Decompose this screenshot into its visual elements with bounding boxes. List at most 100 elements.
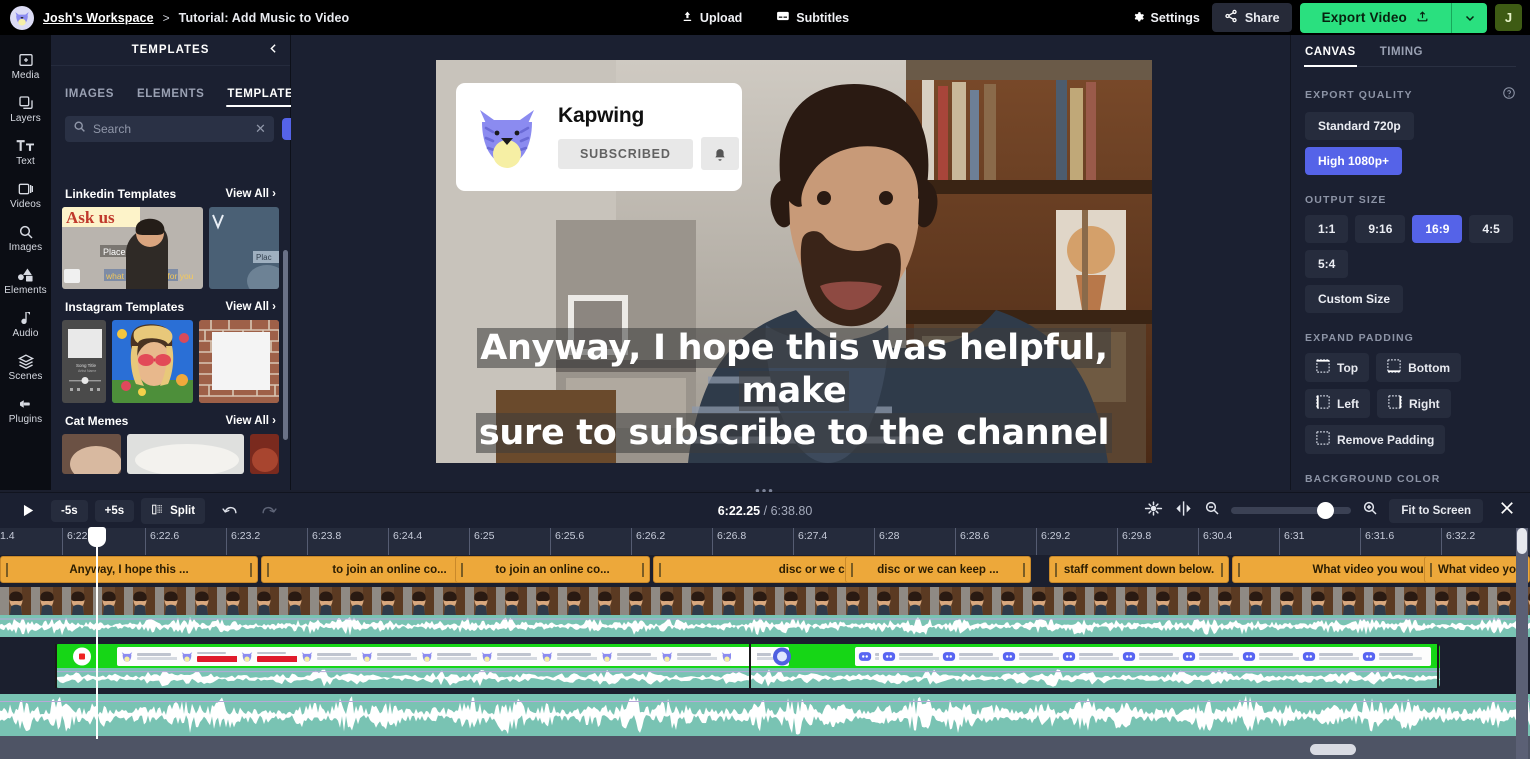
- custom-size-button[interactable]: Custom Size: [1305, 285, 1404, 313]
- template-thumbnail[interactable]: Plac: [208, 207, 279, 289]
- subtitle-track[interactable]: Anyway, I hope this ... to join an online…: [0, 556, 1530, 583]
- view-all-link[interactable]: View All ›: [226, 415, 277, 427]
- zoom-out-icon[interactable]: [1204, 500, 1220, 521]
- quality-standard-720p[interactable]: Standard 720p: [1305, 112, 1414, 140]
- playhead-handle[interactable]: [88, 527, 106, 547]
- overlay-clip-thumbnail[interactable]: [1359, 647, 1431, 666]
- template-thumbnail[interactable]: Song Title Artist Name: [62, 320, 107, 403]
- tab-timing[interactable]: TIMING: [1380, 46, 1423, 66]
- search-input[interactable]: [93, 122, 248, 136]
- rail-item-text[interactable]: Text: [0, 131, 51, 171]
- forward-5s-button[interactable]: +5s: [94, 499, 135, 522]
- rail-item-elements[interactable]: Elements: [0, 260, 51, 300]
- project-title[interactable]: Tutorial: Add Music to Video: [179, 11, 350, 25]
- rail-item-plugins[interactable]: Plugins: [0, 389, 51, 429]
- timeline-zoom-slider[interactable]: [1231, 502, 1352, 519]
- horizontal-scrollbar-thumb[interactable]: [1310, 744, 1356, 755]
- padding-bottom-button[interactable]: Bottom: [1376, 353, 1462, 382]
- subscribe-overlay-card[interactable]: Kapwing SUBSCRIBED: [456, 83, 742, 191]
- vertical-scrollbar-thumb[interactable]: [1517, 528, 1527, 554]
- template-thumbnail[interactable]: [62, 434, 122, 474]
- remove-padding-button[interactable]: Remove Padding: [1305, 425, 1446, 454]
- clip-split-marker[interactable]: [749, 644, 751, 688]
- template-thumbnail[interactable]: [127, 434, 245, 474]
- split-button[interactable]: Split: [141, 497, 206, 524]
- timeline-playhead[interactable]: [88, 527, 106, 739]
- rail-item-videos[interactable]: Videos: [0, 174, 51, 214]
- collapse-panel-button[interactable]: [267, 42, 280, 57]
- clip-left-handle[interactable]: [55, 644, 57, 688]
- user-avatar[interactable]: J: [1495, 4, 1522, 31]
- help-circle-icon[interactable]: [1502, 86, 1516, 103]
- panel-scrollbar[interactable]: [283, 250, 288, 440]
- templates-scroll-area[interactable]: Linkedin Templates View All › Ask us Pla…: [51, 176, 290, 490]
- subscribed-button[interactable]: SUBSCRIBED: [558, 138, 693, 169]
- share-button[interactable]: Share: [1211, 3, 1292, 32]
- template-thumbnail[interactable]: Ask us Place Video H what we can do for …: [62, 207, 203, 289]
- view-all-link[interactable]: View All ›: [226, 188, 277, 200]
- rail-item-scenes[interactable]: Scenes: [0, 346, 51, 386]
- subtitle-clip[interactable]: to join an online co...: [455, 556, 650, 583]
- ratio-5-4[interactable]: 5:4: [1305, 250, 1349, 278]
- fit-to-screen-button[interactable]: Fit to Screen: [1389, 498, 1483, 523]
- tab-elements[interactable]: ELEMENTS: [137, 88, 204, 107]
- ratio-9-16[interactable]: 9:16: [1355, 215, 1406, 243]
- view-all-link[interactable]: View All ›: [226, 301, 277, 313]
- rail-item-audio[interactable]: Audio: [0, 303, 51, 343]
- padding-top-button[interactable]: Top: [1305, 353, 1370, 382]
- rail-item-media[interactable]: Media: [0, 45, 51, 85]
- workspace-avatar[interactable]: [10, 5, 34, 30]
- rail-item-layers[interactable]: Layers: [0, 88, 51, 128]
- center-playhead-icon[interactable]: [1174, 500, 1193, 522]
- zoom-slider-handle[interactable]: [1317, 502, 1335, 519]
- subtitle-clip[interactable]: Anyway, I hope this ...: [0, 556, 258, 583]
- subtitle-clip[interactable]: disc or we can keep ...: [845, 556, 1031, 583]
- template-thumbnail[interactable]: [198, 320, 279, 403]
- subtitle-clip[interactable]: staff comment down below.: [1049, 556, 1229, 583]
- video-caption[interactable]: Anyway, I hope this was helpful, make su…: [436, 327, 1152, 455]
- video-preview[interactable]: Kapwing SUBSCRIBED Anyway, I hope this w…: [436, 60, 1152, 463]
- audio-track[interactable]: [0, 694, 1530, 736]
- subscribe-actions: SUBSCRIBED: [558, 137, 739, 170]
- redo-button[interactable]: [254, 499, 285, 522]
- clip-right-handle[interactable]: [1437, 644, 1439, 688]
- ratio-16-9[interactable]: 16:9: [1412, 215, 1463, 243]
- timeline-horizontal-scrollbar[interactable]: [0, 744, 1516, 755]
- ruler-tick: 6:30.4: [1198, 528, 1232, 555]
- subtitle-clip[interactable]: What video yo: [1424, 556, 1530, 583]
- ruler-tick: 6:29.8: [1117, 528, 1151, 555]
- snap-to-playhead-icon[interactable]: [1144, 500, 1163, 522]
- video-track[interactable]: [0, 587, 1530, 637]
- overlay-clip-thumbnail[interactable]: [769, 647, 797, 666]
- zoom-in-icon[interactable]: [1362, 500, 1378, 521]
- rail-item-images[interactable]: Images: [0, 217, 51, 257]
- undo-button[interactable]: [214, 499, 245, 522]
- rail-label: Audio: [12, 328, 39, 339]
- template-thumbnail[interactable]: [250, 434, 279, 474]
- export-video-label: Export Video: [1321, 10, 1407, 25]
- close-timeline-icon[interactable]: [1498, 499, 1516, 522]
- ratio-4-5[interactable]: 4:5: [1469, 215, 1513, 243]
- export-video-button[interactable]: Export Video: [1299, 2, 1451, 33]
- template-thumbnail[interactable]: [112, 320, 193, 403]
- search-box[interactable]: ✕: [65, 116, 274, 142]
- overlay-track[interactable]: [55, 644, 1440, 688]
- timeline-ruler[interactable]: 1.4 6:22 6:22.6 6:23.2 6:23.8 6:24.4 6:25 6:25.…: [0, 528, 1530, 555]
- clear-search-icon[interactable]: ✕: [255, 121, 266, 137]
- play-button[interactable]: [10, 502, 44, 519]
- ratio-1-1[interactable]: 1:1: [1305, 215, 1349, 243]
- quality-high-1080p[interactable]: High 1080p+: [1305, 147, 1403, 175]
- bell-icon[interactable]: [700, 137, 739, 170]
- padding-left-button[interactable]: Left: [1305, 389, 1370, 418]
- overlay-clip-thumbnail[interactable]: [731, 647, 757, 666]
- upload-button[interactable]: Upload: [677, 7, 746, 29]
- workspace-link[interactable]: Josh's Workspace: [43, 11, 154, 25]
- subtitles-button[interactable]: Subtitles: [772, 6, 853, 29]
- export-options-caret[interactable]: [1451, 2, 1487, 33]
- back-5s-button[interactable]: -5s: [51, 499, 88, 522]
- padding-right-button[interactable]: Right: [1377, 389, 1451, 418]
- tab-canvas[interactable]: CANVAS: [1304, 46, 1357, 67]
- timeline-vertical-scrollbar[interactable]: [1516, 528, 1528, 759]
- settings-button[interactable]: Settings: [1128, 7, 1204, 29]
- tab-images[interactable]: IMAGES: [65, 88, 114, 107]
